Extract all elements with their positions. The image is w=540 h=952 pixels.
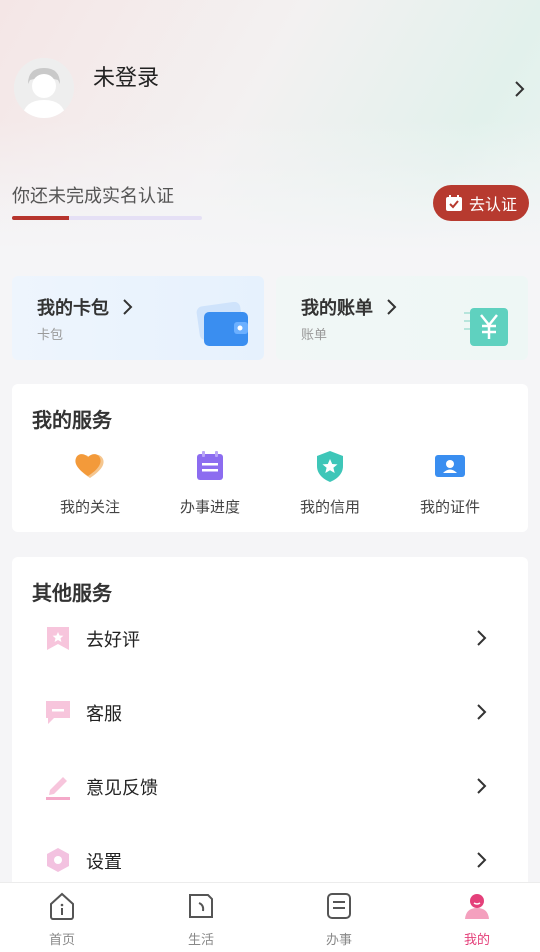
calendar-check-icon	[445, 195, 462, 211]
verify-button[interactable]: 去认证	[433, 185, 529, 221]
shield-star-icon	[317, 451, 343, 482]
wallet-card[interactable]: 我的卡包 卡包	[12, 276, 264, 360]
avatar[interactable]	[14, 58, 74, 118]
my-services-panel: 我的服务 我的关注 办事进度 我的信用 我的证件	[12, 384, 528, 532]
tab-label: 我的	[463, 933, 490, 948]
home-icon	[50, 892, 74, 920]
bill-card-subtitle: 账单	[301, 328, 328, 343]
hexagon-gear-icon	[47, 848, 69, 872]
service-certificates[interactable]: 我的证件	[400, 448, 500, 517]
chevron-right-icon	[477, 630, 487, 646]
bill-card[interactable]: 我的账单 账单	[276, 276, 528, 360]
user-icon	[465, 894, 489, 919]
chevron-right-icon[interactable]	[510, 79, 530, 99]
chevron-right-icon	[477, 778, 487, 794]
my-services-title: 我的服务	[32, 408, 112, 432]
heart-icon	[75, 454, 104, 478]
life-icon	[189, 894, 213, 918]
service-label: 办事进度	[179, 498, 240, 516]
chevron-right-icon	[387, 299, 397, 315]
wallet-card-title-text: 我的卡包	[37, 298, 109, 319]
row-label: 去好评	[86, 630, 140, 651]
wallet-card-subtitle: 卡包	[37, 328, 64, 343]
verify-button-label: 去认证	[468, 195, 517, 214]
document-icon	[327, 893, 351, 919]
service-label: 我的关注	[59, 498, 120, 516]
row-rate-us[interactable]: 去好评	[12, 608, 528, 668]
bill-card-title: 我的账单	[301, 294, 399, 320]
row-label: 客服	[86, 704, 122, 725]
tab-life[interactable]: 生活	[161, 891, 241, 948]
id-card-icon	[435, 455, 465, 477]
tab-home[interactable]: 首页	[22, 891, 102, 948]
service-label: 我的证件	[419, 498, 480, 516]
chevron-right-icon	[477, 852, 487, 868]
row-label: 设置	[86, 852, 122, 873]
wallet-card-title: 我的卡包	[37, 294, 135, 320]
row-customer-service[interactable]: 客服	[12, 682, 528, 742]
default-avatar-icon	[14, 58, 74, 118]
bill-card-title-text: 我的账单	[301, 298, 373, 319]
tab-mine[interactable]: 我的	[437, 891, 517, 948]
row-settings[interactable]: 设置	[12, 830, 528, 890]
login-status[interactable]: 未登录	[93, 60, 159, 92]
wallet-icon	[196, 302, 248, 346]
bottom-tab-bar: 首页 生活 办事 我的	[0, 882, 540, 952]
tab-label: 办事	[325, 933, 352, 948]
auth-progress-fill	[12, 216, 69, 220]
service-label: 我的信用	[299, 498, 360, 516]
calendar-icon	[197, 451, 223, 480]
tab-label: 生活	[187, 933, 214, 948]
chat-icon	[46, 701, 70, 724]
row-feedback[interactable]: 意见反馈	[12, 756, 528, 816]
auth-prompt: 你还未完成实名认证	[12, 186, 174, 207]
other-services-title: 其他服务	[32, 581, 112, 605]
tab-affairs[interactable]: 办事	[299, 891, 379, 948]
auth-progress-track	[12, 216, 202, 220]
service-credit[interactable]: 我的信用	[280, 448, 380, 517]
other-services-panel: 其他服务 去好评 客服 意见反馈 设置	[12, 557, 528, 897]
service-progress[interactable]: 办事进度	[160, 448, 260, 517]
pencil-icon	[46, 777, 70, 800]
bookmark-star-icon	[47, 627, 69, 650]
service-my-follow[interactable]: 我的关注	[40, 448, 140, 517]
chevron-right-icon	[477, 704, 487, 720]
tab-label: 首页	[48, 933, 75, 948]
chevron-right-icon	[123, 299, 133, 315]
yuan-bill-icon	[464, 308, 508, 346]
row-label: 意见反馈	[86, 778, 158, 799]
